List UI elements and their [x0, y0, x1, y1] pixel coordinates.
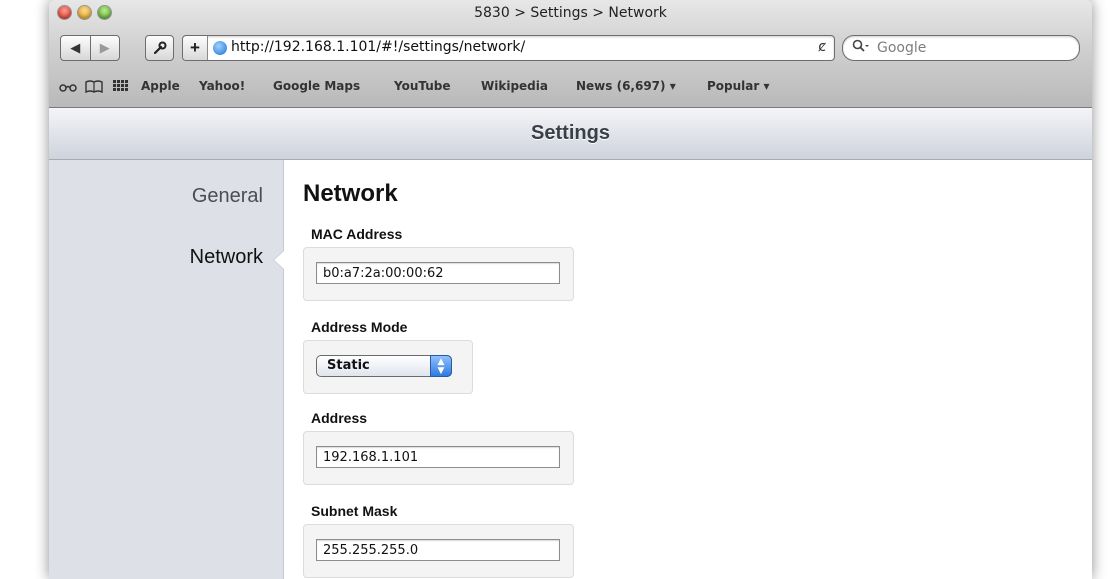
- page-header-title: Settings: [531, 122, 610, 144]
- bookmark-yahoo[interactable]: Yahoo!: [199, 79, 245, 93]
- bookmark-news-menu[interactable]: News (6,697) ▾: [576, 79, 676, 93]
- mac-address-label: MAC Address: [311, 226, 403, 242]
- address-mode-select[interactable]: Static ▲ ▼: [316, 355, 452, 377]
- settings-menu-button[interactable]: [145, 35, 174, 61]
- bookmark-google-maps[interactable]: Google Maps: [273, 79, 360, 93]
- mac-address-group: b0:a7:2a:00:00:62: [303, 247, 574, 301]
- address-mode-group: Static ▲ ▼: [303, 340, 473, 394]
- bookmarks-bar: Apple Yahoo! Google Maps YouTube Wikiped…: [49, 76, 1092, 98]
- address-bar[interactable]: + http://192.168.1.101/#!/settings/netwo…: [182, 35, 835, 61]
- top-sites-grid-icon[interactable]: [113, 80, 129, 92]
- subnet-mask-field[interactable]: 255.255.255.0: [316, 539, 560, 561]
- address-mode-label: Address Mode: [311, 319, 408, 335]
- back-arrow-icon: ◀: [70, 40, 81, 55]
- browser-window: 5830 > Settings > Network ◀ ▶ + http://1…: [49, 0, 1092, 579]
- bookmark-apple[interactable]: Apple: [141, 79, 180, 93]
- select-arrows-icon: ▲ ▼: [430, 355, 452, 377]
- search-icon: [852, 39, 870, 57]
- address-label: Address: [311, 410, 368, 426]
- bookmark-youtube[interactable]: YouTube: [394, 79, 451, 93]
- subnet-mask-label: Subnet Mask: [311, 503, 398, 519]
- reload-icon[interactable]: ȼ: [818, 39, 826, 55]
- toolbar: ◀ ▶ + http://192.168.1.101/#!/settings/n…: [49, 35, 1092, 65]
- forward-button[interactable]: ▶: [91, 40, 120, 56]
- browser-chrome: 5830 > Settings > Network ◀ ▶ + http://1…: [49, 0, 1092, 108]
- back-button[interactable]: ◀: [61, 40, 90, 56]
- reading-list-icon[interactable]: [59, 82, 77, 92]
- sidebar-item-general[interactable]: General: [192, 185, 263, 208]
- nav-buttons: ◀ ▶: [60, 35, 120, 61]
- search-placeholder: Google: [877, 40, 927, 56]
- plus-icon: +: [190, 38, 200, 57]
- address-group: 192.168.1.101: [303, 431, 574, 485]
- window-title: 5830 > Settings > Network: [474, 5, 667, 21]
- settings-content: Network MAC Address b0:a7:2a:00:00:62 Ad…: [284, 160, 1092, 579]
- address-mode-value: Static: [327, 358, 370, 373]
- bookmark-wikipedia[interactable]: Wikipedia: [481, 79, 548, 93]
- settings-header: Settings: [49, 108, 1092, 160]
- active-indicator: [274, 251, 284, 269]
- url-text[interactable]: http://192.168.1.101/#!/settings/network…: [231, 39, 525, 55]
- wrench-icon: [153, 41, 166, 55]
- forward-arrow-icon: ▶: [99, 40, 110, 55]
- bookmarks-book-icon[interactable]: [85, 80, 103, 93]
- add-bookmark-button[interactable]: +: [183, 36, 208, 60]
- search-input[interactable]: Google: [842, 35, 1080, 61]
- globe-icon: [213, 41, 227, 55]
- ip-address-field[interactable]: 192.168.1.101: [316, 446, 560, 468]
- page-title: Network: [303, 180, 398, 207]
- settings-sidebar: General Network: [49, 160, 284, 579]
- bookmark-popular-menu[interactable]: Popular ▾: [707, 79, 770, 93]
- subnet-mask-group: 255.255.255.0: [303, 524, 574, 578]
- sidebar-item-network[interactable]: Network: [190, 246, 263, 269]
- mac-address-field[interactable]: b0:a7:2a:00:00:62: [316, 262, 560, 284]
